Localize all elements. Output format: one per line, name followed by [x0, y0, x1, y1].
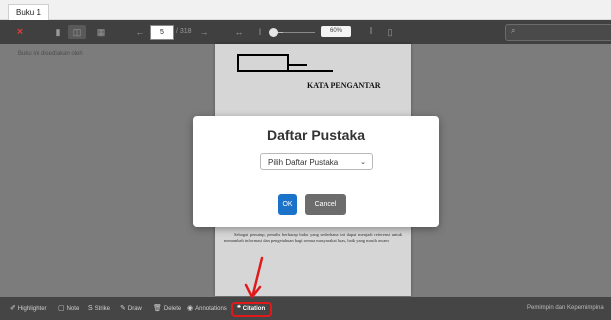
note-label: Note — [66, 306, 80, 312]
select-value: Pilih Daftar Pustaka — [268, 158, 339, 167]
ok-button[interactable]: OK — [278, 194, 297, 215]
logo-line — [287, 70, 333, 72]
publisher-logo — [237, 54, 289, 72]
search-input[interactable]: ⌕ — [505, 24, 611, 41]
bibliography-dialog: Daftar Pustaka Pilih Daftar Pustaka ⌄ OK… — [193, 116, 439, 227]
draw-button[interactable]: ✎ Draw — [120, 304, 142, 314]
text-size-large-icon[interactable]: I — [366, 25, 376, 39]
annotations-button[interactable]: ◉ Annotations — [187, 304, 227, 314]
dialog-title: Daftar Pustaka — [266, 127, 366, 143]
draw-icon: ✎ — [120, 305, 126, 312]
citation-highlight-box — [231, 302, 272, 317]
text-size-small-icon[interactable]: I — [255, 25, 265, 39]
strike-button[interactable]: S Strike — [88, 304, 110, 314]
page-number-input[interactable]: 5 — [150, 25, 174, 40]
delete-button[interactable]: 🗑 Delete — [153, 304, 181, 314]
zoom-level: 60% — [321, 26, 351, 37]
book-title-footer: Pemimpin dan Kepemimpina — [527, 305, 604, 311]
note-icon: ▢ — [58, 305, 65, 312]
close-icon[interactable]: × — [14, 25, 26, 39]
logo-line — [287, 64, 307, 66]
tab-bar: Buku 1 — [0, 0, 611, 20]
page-icon[interactable]: ▯ — [384, 25, 396, 39]
highlighter-button[interactable]: ✐ Highlighter — [10, 304, 47, 314]
search-icon: ⌕ — [511, 26, 516, 35]
page-heading: KATA PENGANTAR — [307, 81, 381, 90]
provider-note: Buku ini disediakan oleh — [18, 51, 83, 57]
strike-label: Strike — [94, 306, 111, 312]
fit-width-icon[interactable]: ↔ — [232, 25, 246, 39]
note-button[interactable]: ▢ Note — [58, 304, 79, 314]
eye-icon: ◉ — [187, 305, 194, 312]
annotation-toolbar: ✐ Highlighter ▢ Note S Strike ✎ Draw 🗑 Delete… — [0, 297, 611, 320]
reader-toolbar: × ▮ ◫ ▦ ← 5 / 318 → ↔ I 60% I ▯ ⌕ — [0, 20, 611, 44]
thumbnail-grid-icon[interactable]: ▦ — [94, 25, 108, 39]
delete-label: Delete — [163, 306, 182, 312]
strike-icon: S — [88, 305, 93, 312]
zoom-slider-handle[interactable] — [269, 28, 278, 37]
tab-buku-1[interactable]: Buku 1 — [8, 4, 49, 20]
previous-page-icon[interactable]: ← — [134, 25, 146, 39]
zoom-slider-track[interactable] — [275, 32, 315, 33]
sidebar-toggle-icon[interactable]: ◫ — [68, 25, 86, 39]
annotations-label: Annotations — [195, 306, 227, 312]
page-total: / 318 — [176, 28, 192, 35]
page-view-icon[interactable]: ▮ — [52, 25, 64, 39]
next-page-icon[interactable]: → — [198, 25, 210, 39]
bibliography-select[interactable]: Pilih Daftar Pustaka ⌄ — [260, 153, 373, 170]
page-paragraph: Sebagai penutup, penulis berharap buku y… — [224, 232, 402, 243]
highlighter-icon: ✐ — [10, 305, 16, 312]
chevron-down-icon: ⌄ — [360, 159, 366, 166]
trash-icon: 🗑 — [153, 305, 162, 312]
highlighter-label: Highlighter — [17, 306, 47, 312]
draw-label: Draw — [127, 306, 142, 312]
cancel-button[interactable]: Cancel — [305, 194, 346, 215]
